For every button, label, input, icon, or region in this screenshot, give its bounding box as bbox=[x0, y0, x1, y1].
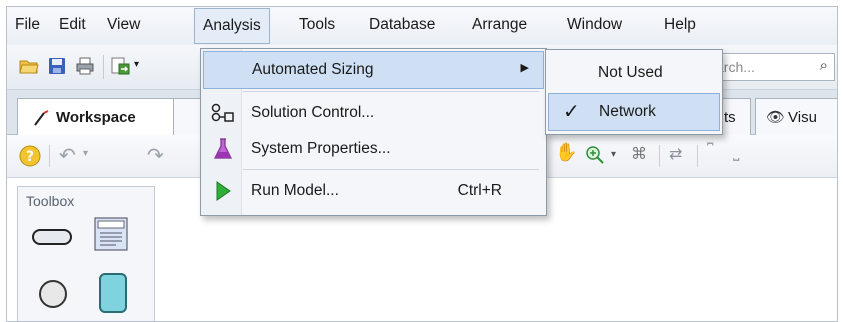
toolbar-separator bbox=[697, 145, 698, 167]
tab-visual-label: Visu bbox=[788, 109, 817, 126]
open-folder-icon[interactable] bbox=[19, 56, 39, 76]
zoom-dropdown-icon[interactable]: ▾ bbox=[611, 149, 616, 160]
menu-item-label: Solution Control... bbox=[251, 104, 375, 121]
toolbar-separator bbox=[103, 55, 104, 79]
zoom-in-icon[interactable] bbox=[585, 145, 605, 165]
tab-workspace[interactable]: Workspace bbox=[17, 98, 175, 135]
help-icon[interactable]: ? bbox=[19, 145, 41, 167]
menu-item-solution-control[interactable]: Solution Control... bbox=[203, 95, 542, 131]
tank-tool-icon[interactable] bbox=[98, 271, 128, 315]
export-icon[interactable] bbox=[111, 56, 131, 76]
junction-tool-icon[interactable] bbox=[38, 279, 68, 309]
menu-edit[interactable]: Edit bbox=[59, 16, 86, 34]
menu-database[interactable]: Database bbox=[369, 16, 435, 34]
menu-separator bbox=[243, 169, 539, 170]
menu-help[interactable]: Help bbox=[664, 16, 696, 34]
menu-separator bbox=[243, 91, 539, 92]
analysis-menu: Automated Sizing ▶ Solution Control... S… bbox=[200, 48, 547, 216]
menu-item-label: System Properties... bbox=[251, 140, 391, 157]
flask-icon bbox=[214, 138, 232, 159]
undo-dropdown-icon[interactable]: ▾ bbox=[83, 148, 88, 159]
solution-control-icon bbox=[211, 103, 234, 122]
search-input[interactable]: arch... ⌕ bbox=[707, 53, 835, 81]
submenu-item-network[interactable]: ✓ Network bbox=[548, 93, 720, 131]
menu-item-run-model[interactable]: Run Model... Ctrl+R bbox=[203, 173, 542, 209]
export-dropdown-arrow-icon[interactable]: ▾ bbox=[134, 59, 139, 70]
menu-window[interactable]: Window bbox=[567, 16, 622, 34]
submenu-item-not-used[interactable]: Not Used bbox=[548, 55, 718, 91]
run-icon bbox=[216, 181, 231, 201]
menu-arrange[interactable]: Arrange bbox=[472, 16, 527, 34]
align-bottom-icon[interactable]: ⎵ bbox=[733, 144, 739, 162]
workspace-icon bbox=[34, 110, 49, 126]
submenu-arrow-icon: ▶ bbox=[520, 62, 529, 74]
annotation-tool-icon[interactable] bbox=[94, 217, 128, 251]
menu-file[interactable]: File bbox=[15, 16, 40, 34]
menu-item-system-properties[interactable]: System Properties... bbox=[203, 131, 542, 167]
submenu-item-label: Not Used bbox=[598, 64, 663, 81]
menu-tools[interactable]: Tools bbox=[299, 16, 335, 34]
search-icon[interactable]: ⌕ bbox=[820, 57, 828, 74]
menu-item-automated-sizing[interactable]: Automated Sizing ▶ bbox=[203, 51, 544, 89]
find-binoculars-icon[interactable]: ⌘ bbox=[631, 144, 647, 164]
eye-icon: 👁 bbox=[766, 109, 786, 126]
menu-item-label: Automated Sizing bbox=[252, 61, 374, 78]
swap-icon[interactable]: ⇄ bbox=[669, 144, 682, 164]
tab-partial-label: ts bbox=[724, 109, 736, 126]
menu-bar: File Edit View Analysis Tools Database A… bbox=[7, 7, 837, 45]
undo-icon[interactable]: ↶ bbox=[59, 143, 76, 168]
menu-item-shortcut: Ctrl+R bbox=[457, 182, 502, 199]
menu-view[interactable]: View bbox=[107, 16, 140, 34]
print-icon[interactable] bbox=[75, 56, 95, 76]
toolbar-separator bbox=[659, 145, 660, 167]
pan-hand-icon[interactable]: ✋ bbox=[555, 142, 577, 163]
pipe-tool-icon[interactable] bbox=[32, 227, 72, 247]
tab-workspace-label: Workspace bbox=[56, 109, 136, 126]
svg-text:?: ? bbox=[26, 149, 34, 165]
redo-icon[interactable]: ↷ bbox=[147, 143, 164, 168]
toolbox-title: Toolbox bbox=[26, 193, 75, 209]
menu-item-label: Run Model... bbox=[251, 182, 339, 199]
menu-analysis[interactable]: Analysis bbox=[194, 8, 270, 44]
checkmark-icon: ✓ bbox=[563, 101, 580, 123]
toolbar-separator bbox=[49, 145, 50, 167]
submenu-item-label: Network bbox=[599, 103, 656, 120]
app-window: File Edit View Analysis Tools Database A… bbox=[6, 6, 838, 322]
save-icon[interactable] bbox=[47, 56, 67, 76]
toolbox-panel: Toolbox bbox=[17, 186, 155, 321]
automated-sizing-submenu: Not Used ✓ Network bbox=[545, 49, 723, 135]
tab-visual[interactable]: 👁 Visu bbox=[755, 98, 837, 135]
align-top-icon[interactable]: ⎴ bbox=[707, 144, 713, 162]
